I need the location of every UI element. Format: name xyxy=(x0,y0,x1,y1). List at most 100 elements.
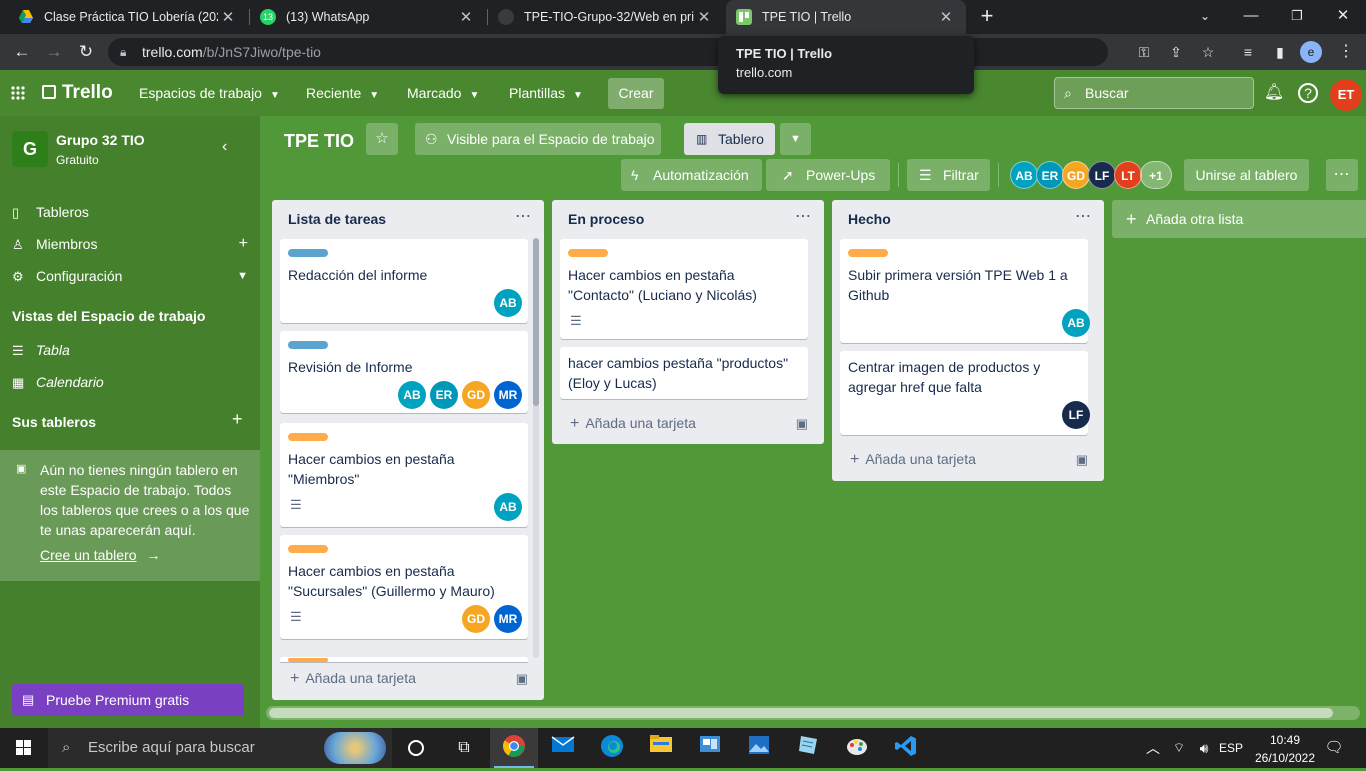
close-tab-icon[interactable]: ✕ xyxy=(694,8,714,26)
share-icon[interactable]: ⇪ xyxy=(1164,40,1188,64)
list-title[interactable]: Hecho xyxy=(848,211,891,227)
new-tab-button[interactable]: + xyxy=(972,0,1002,34)
view-switcher-chevron-icon[interactable]: ▼ xyxy=(780,123,811,155)
card-member-avatar[interactable]: MR xyxy=(494,605,522,633)
card-member-avatar[interactable]: MR xyxy=(494,381,522,409)
network-icon[interactable]: ⌔ xyxy=(1168,728,1190,768)
card[interactable]: hacer cambios pestaña "productos" (Eloy … xyxy=(560,347,808,399)
card-template-icon[interactable]: ▣ xyxy=(516,671,528,687)
edge-icon[interactable] xyxy=(598,734,626,762)
card-member-avatar[interactable]: GD xyxy=(462,605,490,633)
board-view-button[interactable]: ▥ Tablero xyxy=(684,123,775,155)
forward-icon[interactable]: → xyxy=(42,40,66,64)
member-avatar[interactable]: LT xyxy=(1114,161,1142,189)
control-panel-icon[interactable] xyxy=(696,734,724,762)
taskbar-search-input[interactable]: ⌕ Escribe aquí para buscar xyxy=(48,728,392,768)
clock[interactable]: 10:49 26/10/2022 xyxy=(1250,728,1320,768)
automation-button[interactable]: ϟ Automatización xyxy=(621,159,762,191)
add-board-icon[interactable]: + xyxy=(232,409,243,430)
card-member-avatar[interactable]: LF xyxy=(1062,401,1090,429)
vscode-icon[interactable] xyxy=(892,734,920,762)
card[interactable]: Redacción del informe AB xyxy=(280,239,528,323)
search-input[interactable]: ⌕ Buscar xyxy=(1054,77,1254,109)
member-avatar[interactable]: AB xyxy=(1010,161,1038,189)
add-card-button[interactable]: + Añada una tarjeta xyxy=(290,670,416,688)
paint-icon[interactable] xyxy=(843,734,871,762)
task-view-icon[interactable]: ⧉ xyxy=(450,734,478,762)
show-hidden-icons-icon[interactable]: ︿ xyxy=(1142,728,1164,768)
sidebar-item-settings[interactable]: ⚙ Configuración ▼ xyxy=(12,262,252,290)
card-template-icon[interactable]: ▣ xyxy=(796,416,808,432)
try-premium-button[interactable]: ▤ Pruebe Premium gratis xyxy=(12,684,244,716)
tab-whatsapp[interactable]: 13 (13) WhatsApp ✕ xyxy=(250,0,486,34)
sidebar-item-table[interactable]: ☰ Tabla xyxy=(12,336,252,364)
card[interactable]: Hacer cambios en pestaña "Miembros" ☰ AB xyxy=(280,423,528,527)
board-menu-icon[interactable]: ⋯ xyxy=(1326,159,1358,191)
member-avatar[interactable]: ER xyxy=(1036,161,1064,189)
board-horizontal-scrollbar[interactable] xyxy=(266,706,1360,720)
workspace-logo[interactable]: G xyxy=(12,131,48,167)
card-member-avatar[interactable]: GD xyxy=(462,381,490,409)
restore-icon[interactable]: ❐ xyxy=(1274,0,1320,34)
collapse-sidebar-icon[interactable]: ‹ xyxy=(222,138,227,156)
card-label[interactable] xyxy=(288,545,328,553)
visibility-button[interactable]: ⚇ Visible para el Espacio de trabajo xyxy=(415,123,661,155)
browser-menu-icon[interactable]: ⋮ xyxy=(1334,40,1358,64)
side-panel-icon[interactable]: ▮ xyxy=(1268,40,1292,64)
media-icon[interactable]: ≡ xyxy=(1236,40,1260,64)
nav-workspaces[interactable]: Espacios de trabajo ▼ xyxy=(131,78,288,108)
bookmark-star-icon[interactable]: ☆ xyxy=(1196,40,1220,64)
tab-google-drive[interactable]: Clase Práctica TIO Lobería (2021- ✕ xyxy=(8,0,248,34)
mail-icon[interactable] xyxy=(549,734,577,762)
card-member-avatar[interactable]: AB xyxy=(494,289,522,317)
card[interactable]: Hacer cambios en pestaña "Contacto" (Luc… xyxy=(560,239,808,339)
add-card-button[interactable]: + Añada una tarjeta xyxy=(850,451,976,469)
card[interactable]: Hacer cambios en pestaña "Sucursales" (G… xyxy=(280,535,528,639)
app-switcher-icon[interactable] xyxy=(10,85,28,103)
card[interactable]: Revisión de Informe AB ER GD MR xyxy=(280,331,528,413)
close-window-icon[interactable]: ✕ xyxy=(1320,0,1366,34)
card-template-icon[interactable]: ▣ xyxy=(1076,452,1088,468)
list-menu-icon[interactable]: ⋯ xyxy=(795,206,812,226)
close-tab-icon[interactable]: ✕ xyxy=(936,8,956,26)
volume-icon[interactable]: 🔊︎ xyxy=(1192,728,1216,768)
notepad-icon[interactable] xyxy=(794,734,822,762)
nav-templates[interactable]: Plantillas ▼ xyxy=(501,78,591,108)
windows-start-button[interactable] xyxy=(0,728,48,768)
star-board-icon[interactable]: ☆ xyxy=(366,123,398,155)
sidebar-item-calendar[interactable]: ▦ Calendario xyxy=(12,368,252,396)
reload-icon[interactable]: ↻ xyxy=(74,40,98,64)
close-tab-icon[interactable]: ✕ xyxy=(456,8,476,26)
list-title[interactable]: En proceso xyxy=(568,211,644,227)
sidebar-item-members[interactable]: ♙ Miembros + xyxy=(12,230,252,258)
trello-logo[interactable]: Trello xyxy=(42,78,113,108)
create-board-link[interactable]: Cree un tablero → xyxy=(40,547,161,563)
file-explorer-icon[interactable] xyxy=(647,734,675,762)
card-member-avatar[interactable]: AB xyxy=(1062,309,1090,337)
filter-button[interactable]: ☰ Filtrar xyxy=(907,159,990,191)
add-list-button[interactable]: + Añada otra lista xyxy=(1112,200,1366,238)
help-icon[interactable]: ? xyxy=(1298,83,1318,103)
sidebar-item-boards[interactable]: ▯ Tableros xyxy=(12,198,252,226)
list-scrollbar[interactable] xyxy=(533,238,539,658)
card-partial[interactable] xyxy=(280,657,528,662)
nav-recent[interactable]: Reciente ▼ xyxy=(298,78,387,108)
card-label[interactable] xyxy=(848,249,888,257)
card-member-avatar[interactable]: ER xyxy=(430,381,458,409)
powerups-button[interactable]: ➚ Power-Ups xyxy=(766,159,890,191)
close-tab-icon[interactable]: ✕ xyxy=(218,8,238,26)
list-menu-icon[interactable]: ⋯ xyxy=(1075,206,1092,226)
join-board-button[interactable]: Unirse al tablero xyxy=(1184,159,1309,191)
back-icon[interactable]: ← xyxy=(10,40,34,64)
scrollbar-thumb[interactable] xyxy=(269,708,1333,718)
card[interactable]: Subir primera versión TPE Web 1 a Github… xyxy=(840,239,1090,343)
tab-search-icon[interactable]: ⌄ xyxy=(1182,0,1228,34)
list-title[interactable]: Lista de tareas xyxy=(288,211,386,227)
card-label[interactable] xyxy=(288,249,328,257)
key-icon[interactable]: ⚿ xyxy=(1132,40,1156,64)
tab-trello[interactable]: TPE TIO | Trello ✕ xyxy=(726,0,966,34)
language-indicator[interactable]: ESP xyxy=(1218,728,1244,768)
card-member-avatar[interactable]: AB xyxy=(494,493,522,521)
photos-icon[interactable] xyxy=(745,734,773,762)
profile-avatar[interactable]: e xyxy=(1300,41,1322,63)
